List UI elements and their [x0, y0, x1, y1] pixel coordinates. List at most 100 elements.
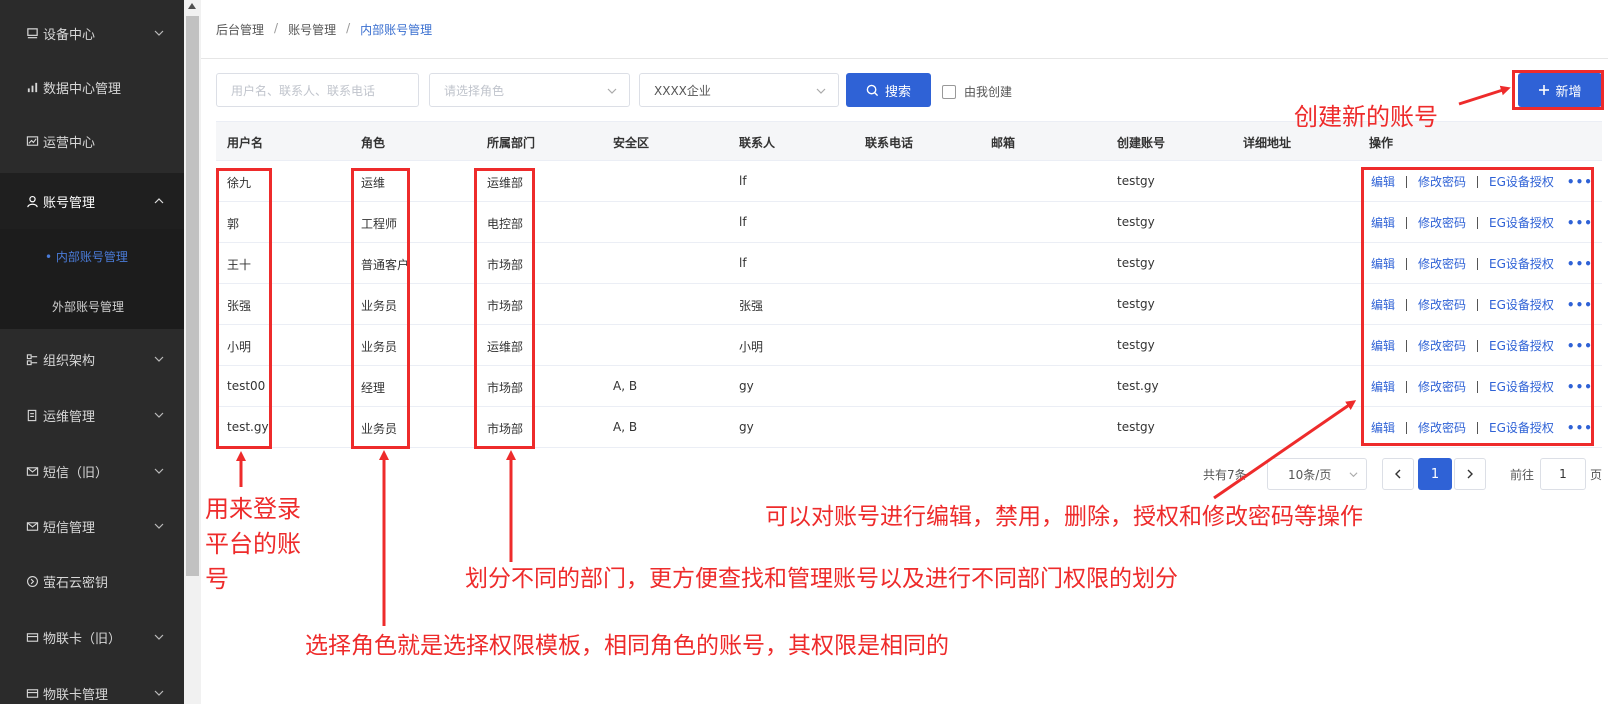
- cell-contact: 小明: [739, 340, 764, 354]
- sidebar-item-label: 短信（旧）: [43, 465, 109, 481]
- chevron-down-icon: [154, 412, 164, 418]
- prev-page-button[interactable]: [1382, 458, 1414, 490]
- sidebar: 设备中心 数据中心管理 运营中心 账号管理 • 内部账号管理 外部账号管理 组织…: [0, 0, 184, 704]
- chevron-left-icon: [1395, 469, 1401, 479]
- annotation-role: 选择角色就是选择权限模板，相同角色的账号，其权限是相同的: [305, 633, 949, 659]
- column-header-phone: 联系电话: [865, 136, 914, 150]
- goto-label: 前往: [1510, 468, 1535, 482]
- mail-icon: [25, 464, 39, 478]
- sidebar-scrollbar[interactable]: [184, 0, 201, 704]
- column-header-contact: 联系人: [739, 136, 776, 150]
- sidebar-item-label: 运营中心: [43, 135, 96, 151]
- goto-suffix: 页: [1590, 468, 1603, 482]
- sidebar-item-data-center[interactable]: 数据中心管理: [0, 59, 184, 115]
- org-icon: [25, 352, 39, 366]
- document-icon: [25, 408, 39, 422]
- chevron-down-icon: [154, 523, 164, 529]
- sidebar-item-label: 物联卡（旧）: [43, 631, 122, 647]
- sidebar-item-label: 短信管理: [43, 520, 96, 536]
- chevron-right-icon: [1467, 469, 1473, 479]
- sidebar-subitem-external-accounts[interactable]: 外部账号管理: [0, 281, 184, 331]
- cell-creator: testgy: [1117, 215, 1155, 229]
- sidebar-item-sms-management[interactable]: 短信管理: [0, 498, 184, 554]
- keyword-placeholder: 用户名、联系人、联系电话: [231, 83, 376, 98]
- annotation-box-role: [351, 168, 410, 449]
- mail-icon: [25, 519, 39, 533]
- sidebar-subitem-label: • 内部账号管理: [45, 249, 128, 264]
- arrow-to-add-button: [1458, 85, 1511, 106]
- key-circle-icon: [25, 574, 39, 588]
- pagination-total: 共有7条: [1203, 468, 1247, 482]
- cell-contact: lf: [739, 256, 747, 270]
- chevron-down-icon: [1349, 472, 1358, 478]
- cell-security-zone: A, B: [613, 420, 638, 434]
- breadcrumb-item-admin[interactable]: 后台管理: [216, 21, 264, 38]
- column-header-role: 角色: [361, 136, 386, 150]
- sidebar-item-organization[interactable]: 组织架构: [0, 331, 184, 387]
- breadcrumb-separator: /: [274, 21, 279, 35]
- annotation-actions: 可以对账号进行编辑，禁用，删除，授权和修改密码等操作: [765, 504, 1363, 530]
- sidebar-item-label: 组织架构: [43, 353, 96, 369]
- goto-page-input[interactable]: 1: [1540, 458, 1586, 490]
- sidebar-item-account-management[interactable]: 账号管理: [0, 173, 184, 229]
- sidebar-item-label: 萤石云密钥: [43, 575, 109, 591]
- page-size-value: 10条/页: [1288, 467, 1332, 482]
- enterprise-select[interactable]: XXXX企业: [639, 73, 839, 107]
- breadcrumb-separator: /: [346, 21, 351, 35]
- sidebar-item-ezviz-key[interactable]: 萤石云密钥: [0, 553, 184, 609]
- created-by-me-checkbox[interactable]: [942, 84, 956, 99]
- annotation-box-actions: [1361, 167, 1594, 446]
- column-header-actions: 操作: [1369, 136, 1394, 150]
- column-header-address: 详细地址: [1243, 136, 1292, 150]
- chart-icon: [25, 80, 39, 94]
- cell-contact: gy: [739, 420, 754, 434]
- breadcrumb-item-accounts[interactable]: 账号管理: [288, 21, 336, 38]
- sidebar-item-iot-card-old[interactable]: 物联卡（旧）: [0, 609, 184, 665]
- sidebar-item-ops-management[interactable]: 运维管理: [0, 387, 184, 443]
- sidebar-submenu: • 内部账号管理 外部账号管理: [0, 229, 184, 329]
- annotation-box-add-button: [1512, 70, 1604, 110]
- device-icon: [25, 26, 39, 40]
- user-icon: [25, 194, 39, 208]
- header-divider: [201, 58, 1608, 59]
- sidebar-item-sms-old[interactable]: 短信（旧）: [0, 443, 184, 499]
- search-icon: [866, 84, 879, 96]
- annotation-username-line1: 用来登录: [205, 495, 301, 523]
- chevron-down-icon: [154, 690, 164, 696]
- role-select[interactable]: 请选择角色: [429, 73, 630, 107]
- scrollbar-thumb[interactable]: [186, 16, 199, 576]
- keyword-search-input[interactable]: 用户名、联系人、联系电话: [216, 73, 419, 107]
- chevron-down-icon: [816, 88, 826, 94]
- cell-creator: testgy: [1117, 338, 1155, 352]
- breadcrumb-item-internal-accounts: 内部账号管理: [360, 23, 433, 37]
- search-button[interactable]: 搜索: [846, 73, 931, 107]
- column-header-department: 所属部门: [487, 136, 536, 150]
- created-by-me-filter[interactable]: 由我创建: [942, 83, 1012, 100]
- sidebar-subitem-internal-accounts[interactable]: • 内部账号管理: [0, 231, 184, 281]
- sidebar-item-device-center[interactable]: 设备中心: [0, 5, 184, 61]
- cell-creator: test.gy: [1117, 379, 1159, 393]
- page-number-current[interactable]: 1: [1418, 458, 1452, 490]
- cell-contact: lf: [739, 215, 747, 229]
- next-page-button[interactable]: [1454, 458, 1486, 490]
- annotation-username-line2: 平台的账: [205, 530, 301, 558]
- sidebar-item-iot-card-management[interactable]: 物联卡管理: [0, 665, 184, 704]
- role-placeholder: 请选择角色: [444, 83, 505, 98]
- sidebar-item-operations-center[interactable]: 运营中心: [0, 113, 184, 169]
- cell-contact: lf: [739, 174, 747, 188]
- cell-contact: gy: [739, 379, 754, 393]
- annotation-add-account: 创建新的账号: [1294, 103, 1438, 131]
- breadcrumb: 后台管理 / 账号管理 / 内部账号管理: [216, 21, 432, 38]
- chevron-up-icon: [154, 198, 164, 204]
- scroll-up-arrow-icon[interactable]: [188, 3, 196, 9]
- cell-creator: testgy: [1117, 420, 1155, 434]
- sidebar-item-label: 设备中心: [43, 27, 96, 43]
- enterprise-value: XXXX企业: [654, 83, 711, 98]
- annotation-username-line3: 号: [205, 565, 229, 593]
- chevron-down-icon: [154, 356, 164, 362]
- annotation-box-department: [474, 168, 535, 449]
- cell-creator: testgy: [1117, 297, 1155, 311]
- sidebar-subitem-label: 外部账号管理: [52, 299, 125, 314]
- column-header-email: 邮箱: [991, 136, 1016, 150]
- page-size-select[interactable]: 10条/页: [1267, 458, 1367, 490]
